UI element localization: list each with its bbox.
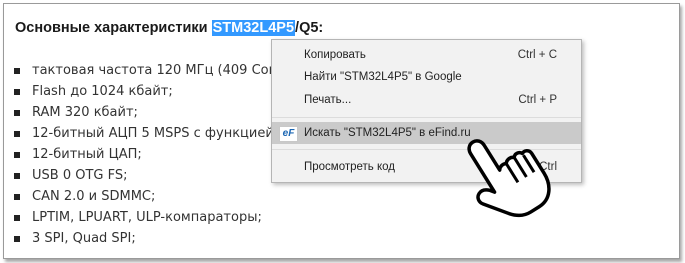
efind-icon: eF [279, 126, 298, 142]
menu-item-shortcut: Ctrl + P [518, 94, 557, 106]
section-heading: Основные характеристики STM32L4P5/Q5: [15, 20, 323, 36]
list-item: 3 SPI, Quad SPI; [0, 228, 323, 249]
menu-item-search-google[interactable]: Найти "STM32L4P5" в Google [272, 66, 581, 88]
menu-item-label: Искать "STM32L4P5" в eFind.ru [304, 127, 471, 139]
selected-text[interactable]: STM32L4P5 [211, 20, 296, 36]
bullet-icon [14, 236, 20, 242]
menu-item-label: Найти "STM32L4P5" в Google [304, 71, 462, 83]
heading-text: Основные характеристики [15, 20, 212, 36]
menu-item-label: Просмотреть код [304, 161, 396, 173]
menu-item-copy[interactable]: Копировать Ctrl + C [272, 44, 581, 66]
menu-item-shortcut: Ctrl + C [517, 49, 557, 61]
menu-item-label: Печать... [304, 94, 352, 106]
menu-separator [272, 117, 581, 118]
bullet-icon [14, 194, 20, 200]
hand-pointer-cursor [467, 139, 551, 218]
bullet-icon [14, 173, 20, 179]
menu-item-print[interactable]: Печать... Ctrl + P [272, 89, 581, 111]
bullet-icon [14, 152, 20, 158]
bullet-icon [14, 89, 20, 95]
menu-item-label: Копировать [304, 49, 366, 61]
bullet-icon [14, 131, 20, 137]
list-item: LPTIM, LPUART, ULP-компараторы; [0, 207, 323, 228]
bullet-icon [14, 110, 20, 116]
heading-suffix: /Q5: [295, 20, 324, 36]
bullet-icon [14, 215, 20, 221]
bullet-icon [14, 68, 20, 74]
list-item: CAN 2.0 и SDMMC; [0, 186, 323, 207]
